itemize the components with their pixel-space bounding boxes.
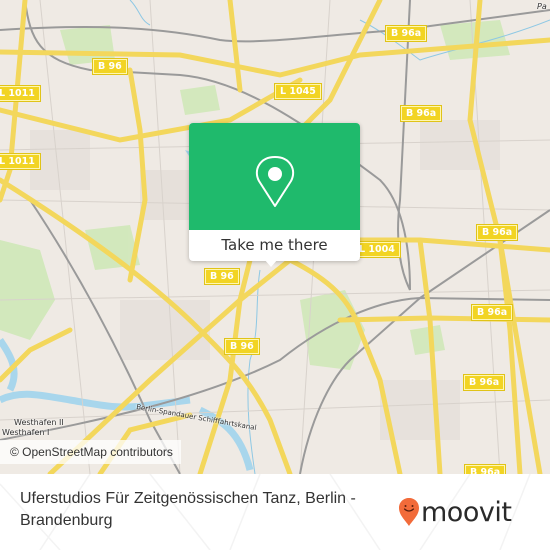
road-label-b96a: B 96a bbox=[399, 105, 443, 122]
road-label-l1011: L 1011 bbox=[0, 153, 41, 170]
location-popup: Take me there bbox=[189, 123, 360, 267]
road-label-l1011: L 1011 bbox=[0, 85, 41, 102]
road-label-l1004: L 1004 bbox=[353, 241, 401, 258]
map-attribution[interactable]: © OpenStreetMap contributors bbox=[0, 440, 181, 464]
road-label-b96a: B 96a bbox=[462, 374, 506, 391]
place-label-westhafen-2: Westhafen II bbox=[14, 418, 64, 427]
location-pin-icon bbox=[255, 156, 295, 207]
road-label-b96a: B 96a bbox=[475, 224, 519, 241]
road-label-l1045: L 1045 bbox=[274, 83, 322, 100]
road-label-b96a: B 96a bbox=[463, 464, 507, 474]
popup-header bbox=[189, 123, 360, 230]
moovit-logo[interactable]: moovit bbox=[398, 492, 512, 532]
map-view[interactable]: B 96 L 1011 L 1011 L 1045 B 96a B 96a B … bbox=[0, 0, 550, 474]
place-label-westhafen-1: Westhafen I bbox=[2, 428, 50, 437]
road-label-b96: B 96 bbox=[92, 58, 128, 75]
road-label-b96a: B 96a bbox=[470, 304, 514, 321]
moovit-wordmark: moovit bbox=[421, 496, 512, 528]
road-label-b96a: B 96a bbox=[384, 25, 428, 42]
moovit-pin-icon bbox=[399, 498, 419, 526]
take-me-there-button[interactable]: Take me there bbox=[189, 230, 360, 261]
road-label-b96: B 96 bbox=[224, 338, 260, 355]
place-label-corner: Pa bbox=[537, 2, 547, 11]
location-title: Uferstudios Für Zeitgenössischen Tanz, B… bbox=[20, 490, 356, 529]
road-label-b96: B 96 bbox=[204, 268, 240, 285]
popup-pointer bbox=[264, 259, 278, 267]
footer: Uferstudios Für Zeitgenössischen Tanz, B… bbox=[0, 474, 550, 550]
